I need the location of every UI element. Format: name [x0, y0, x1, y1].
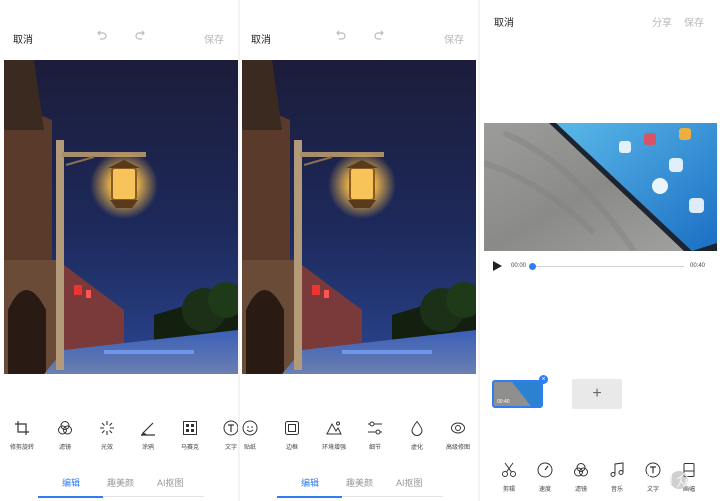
cancel-button[interactable]: 取消 [251, 31, 271, 46]
tool-filter[interactable]: 滤镜 [561, 462, 601, 493]
blur-icon [411, 420, 423, 436]
scissors-icon [502, 462, 516, 477]
playback-bar: 00:00 00:40 [480, 258, 720, 274]
text-icon [223, 420, 238, 436]
remove-clip-icon[interactable]: × [539, 375, 548, 384]
tool-label: 文字 [224, 445, 237, 451]
tool-brush[interactable]: 涂鸦 [128, 420, 168, 451]
tool-label: 细节 [368, 445, 381, 451]
tool-text[interactable]: 文字 [211, 420, 238, 451]
photo-editor-panel: 取消 保存 修剪旋转 滤镜 光效 涂鸦 马赛克 文字 编辑 趣美颜 AI抠图 [0, 0, 238, 501]
tool-crop[interactable]: 修剪旋转 [2, 420, 42, 451]
photo-preview [242, 60, 476, 374]
timeline-clip[interactable]: 00:40 [492, 380, 543, 408]
tool-label: 剪辑 [502, 487, 515, 493]
tool-music[interactable]: 音乐 [597, 462, 637, 493]
sticker-icon [242, 420, 258, 436]
undo-icon[interactable] [333, 28, 347, 42]
total-time: 00:40 [689, 263, 705, 269]
tool-label: 滤镜 [58, 445, 71, 451]
tool-label: 高级修图 [445, 445, 470, 451]
tool-label: 速度 [538, 487, 551, 493]
tool-enhance[interactable]: 环境增强 [314, 420, 354, 451]
tab-edit[interactable]: 编辑 [62, 476, 80, 489]
redo-icon[interactable] [373, 28, 387, 42]
crop-icon [15, 421, 29, 435]
seek-handle[interactable] [529, 263, 536, 270]
tool-label: 贴纸 [243, 445, 256, 451]
tool-sticker[interactable]: 贴纸 [240, 420, 270, 451]
tab-beauty[interactable]: 趣美颜 [346, 476, 373, 489]
filter-icon [574, 463, 588, 477]
frame-icon [285, 421, 299, 435]
photo-editor-panel-2: 取消 保存 贴纸 边框 环境增强 细节 虚化 高级修图 编辑 趣美颜 AI抠图 [240, 0, 478, 501]
redo-icon[interactable] [134, 28, 148, 42]
advanced-retouch-icon [451, 422, 465, 434]
play-icon[interactable] [491, 260, 503, 272]
tool-label: 光效 [100, 445, 113, 451]
tool-filter[interactable]: 滤镜 [45, 420, 85, 451]
tab-ai-cutout[interactable]: AI抠图 [396, 476, 423, 489]
tool-frame[interactable]: 边框 [272, 420, 312, 451]
tool-mosaic[interactable]: 马赛克 [170, 420, 210, 451]
tool-label: 涂鸦 [141, 445, 154, 451]
tool-label: 马赛克 [180, 445, 199, 451]
tool-label: 音乐 [610, 487, 623, 493]
top-bar: 取消 分享 保存 [480, 0, 720, 60]
top-bar: 取消 保存 [0, 0, 238, 60]
watermark: 新浪众测 [639, 473, 712, 490]
top-bar: 取消 保存 [240, 0, 478, 60]
save-button[interactable]: 保存 [204, 31, 224, 46]
tool-label: 虚化 [410, 445, 423, 451]
light-effect-icon [100, 421, 114, 435]
clip-duration: 00:40 [497, 399, 510, 405]
tool-adjust[interactable]: 细节 [355, 420, 395, 451]
tool-label: 修剪旋转 [9, 445, 34, 451]
tool-speed[interactable]: 速度 [525, 462, 565, 493]
tab-beauty[interactable]: 趣美颜 [107, 476, 134, 489]
tool-light[interactable]: 光效 [87, 420, 127, 451]
video-editor-panel: 取消 分享 保存 00:00 00:40 00:40 × + 剪辑 速度 滤镜 … [480, 0, 720, 501]
enhance-icon [326, 421, 342, 435]
share-button[interactable]: 分享 [652, 14, 672, 29]
tool-label: 滤镜 [574, 487, 587, 493]
current-time: 00:00 [511, 263, 527, 269]
save-button[interactable]: 保存 [684, 14, 704, 29]
music-icon [610, 462, 624, 477]
tab-ai-cutout[interactable]: AI抠图 [157, 476, 184, 489]
photo-preview [4, 60, 238, 374]
mode-tabs: 编辑 趣美颜 AI抠图 [240, 470, 478, 498]
tool-label: 环境增强 [321, 445, 346, 451]
cancel-button[interactable]: 取消 [494, 14, 514, 29]
filter-icon [58, 421, 72, 435]
edit-toolbar: 贴纸 边框 环境增强 细节 虚化 高级修图 [240, 420, 478, 452]
edit-toolbar: 修剪旋转 滤镜 光效 涂鸦 马赛克 文字 [0, 420, 238, 452]
add-clip-button[interactable]: + [572, 379, 622, 409]
undo-icon[interactable] [94, 28, 108, 42]
cancel-button[interactable]: 取消 [13, 31, 33, 46]
mode-tabs: 编辑 趣美颜 AI抠图 [0, 470, 238, 498]
seek-track[interactable] [532, 266, 684, 267]
tab-edit[interactable]: 编辑 [301, 476, 319, 489]
tool-advanced-retouch[interactable]: 高级修图 [438, 420, 478, 451]
active-tab-indicator [38, 496, 103, 498]
active-tab-indicator [277, 496, 342, 498]
adjust-icon [368, 421, 382, 435]
save-button[interactable]: 保存 [444, 31, 464, 46]
video-preview [484, 123, 717, 251]
tool-blur[interactable]: 虚化 [397, 420, 437, 451]
tool-label: 边框 [285, 445, 298, 451]
speed-icon [537, 462, 553, 478]
tool-cut[interactable]: 剪辑 [489, 462, 529, 493]
mosaic-icon [183, 421, 197, 435]
brush-icon [140, 422, 155, 436]
